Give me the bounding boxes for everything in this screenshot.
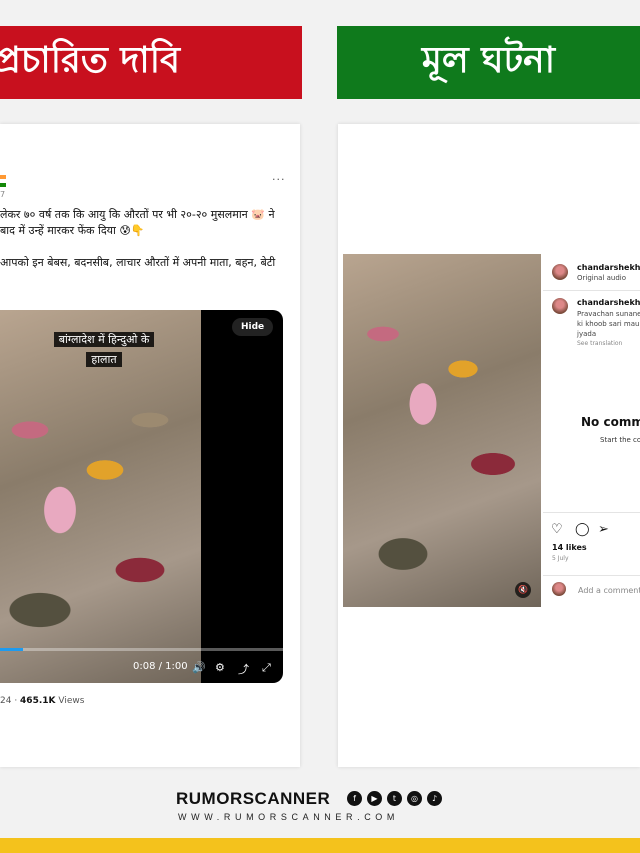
claim-banner-label: প্রচারিত দাবি — [0, 39, 181, 81]
brand-url[interactable]: WWW.RUMORSCANNER.COM — [178, 812, 399, 822]
tiktok-icon[interactable]: ♪ — [427, 791, 442, 806]
original-banner-label: মূল ঘটনা — [421, 39, 556, 81]
comment-avatar[interactable] — [552, 298, 568, 314]
original-banner: মূল ঘটনা — [337, 26, 640, 99]
divider — [543, 512, 640, 513]
comment-username[interactable]: chandarshekhar.g — [577, 298, 640, 307]
no-comments-heading: No comm — [581, 415, 640, 429]
tweet-meta: 24 · 465.1K Views — [0, 696, 84, 706]
popout-icon[interactable]: ⤴ — [238, 661, 249, 677]
video-progress-bar[interactable] — [0, 648, 283, 651]
video-caption: बांग्लादेश में हिन्दुओ के हालात — [40, 330, 168, 370]
views-count: 465.1K — [20, 696, 56, 706]
tweet-text-line-3: आपको इन बेबस, बदनसीब, लाचार औरतों में अप… — [0, 256, 276, 269]
hide-button[interactable]: Hide — [232, 318, 274, 336]
settings-icon[interactable]: ⚙ — [215, 661, 225, 674]
mute-icon[interactable]: 🔇 — [515, 582, 531, 598]
twitter-icon[interactable]: t — [387, 791, 402, 806]
instagram-video[interactable] — [343, 254, 541, 607]
video-time: 0:08 / 1:00 — [133, 661, 188, 672]
tweet-handle-fragment: 7 — [0, 190, 6, 199]
tweet-text-line-1: लेकर ७० वर्ष तक कि आयु कि औरतों पर भी २०… — [0, 208, 275, 221]
video-caption-line-2: हालात — [86, 352, 122, 367]
video-progress-fill — [0, 648, 23, 651]
claim-banner: প্রচারিত দাবি — [0, 26, 302, 99]
views-label: Views — [55, 696, 85, 706]
comment-line-2: ki khoob sari mau — [577, 320, 640, 328]
post-username[interactable]: chandarshekhar.g — [577, 263, 640, 272]
india-flag-icon — [0, 175, 6, 187]
avatar[interactable] — [552, 264, 568, 280]
footer-bar — [0, 838, 640, 853]
post-audio[interactable]: Original audio — [577, 273, 626, 283]
facebook-icon[interactable]: f — [347, 791, 362, 806]
divider — [543, 575, 640, 576]
fullscreen-icon[interactable]: ⤢ — [262, 661, 271, 675]
more-options-icon[interactable]: ··· — [272, 173, 286, 186]
likes-count[interactable]: 14 likes — [552, 543, 587, 552]
comment-line-1: Pravachan sunane — [577, 310, 640, 318]
tweet-date: 24 · — [0, 696, 21, 706]
youtube-icon[interactable]: ▶ — [367, 791, 382, 806]
brand-logo: RUMORSCANNER — [176, 789, 331, 808]
add-comment-input[interactable]: Add a comment... — [578, 586, 640, 595]
start-conversation-text: Start the co — [600, 436, 640, 444]
video-caption-line-1: बांग्लादेश में हिन्दुओ के — [53, 332, 155, 347]
share-icon[interactable]: ➢ — [598, 522, 609, 537]
divider — [543, 290, 640, 291]
post-date: 5 July — [552, 555, 569, 562]
comment-line-3: jyada — [577, 330, 597, 338]
comment-icon[interactable]: ◯ — [575, 522, 590, 537]
see-translation-link[interactable]: See translation — [577, 339, 622, 349]
heart-icon[interactable]: ♡ — [551, 522, 563, 537]
current-user-avatar — [552, 582, 566, 596]
instagram-icon[interactable]: ◎ — [407, 791, 422, 806]
volume-icon[interactable]: 🔊 — [192, 661, 206, 674]
tweet-text-line-2: बाद में उन्हें मारकर फेंक दिया 😰👇 — [0, 224, 145, 237]
tweet-video[interactable]: Hide बांग्लादेश में हिन्दुओ के हालात 0:0… — [0, 310, 283, 683]
